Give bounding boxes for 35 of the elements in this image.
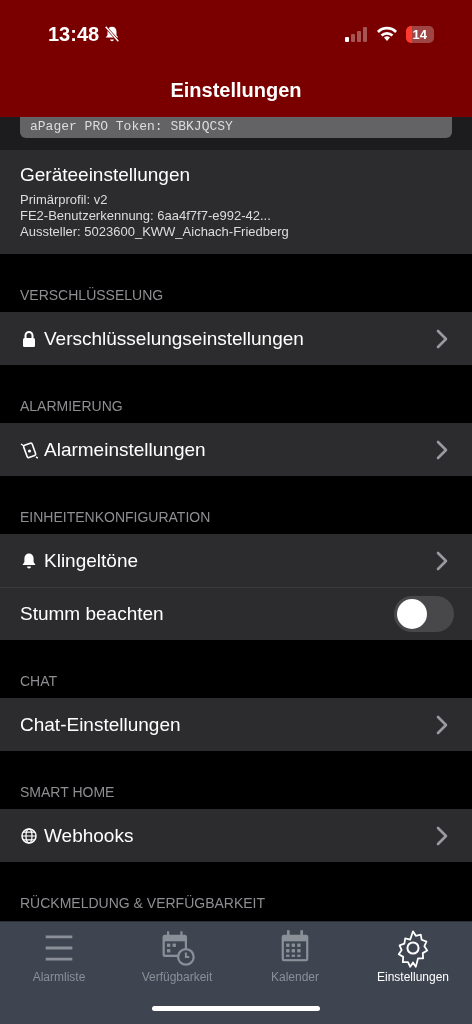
device-title: Geräteeinstellungen (20, 164, 192, 186)
device-info: FE2-Benutzerkennung: 6aa4f7f7-e992-42... (20, 208, 272, 224)
screen-title: Einstellungen (170, 79, 302, 102)
chevron-icon (436, 825, 448, 846)
settings-row[interactable]: Verschlüsselungseinstellungen (0, 312, 472, 365)
device-info: Aussteller: 5023600_KWW_Aichach-Friedberg (20, 224, 290, 240)
bell-muted-icon (103, 25, 122, 43)
chevron-icon (436, 714, 448, 735)
device-card[interactable]: Geräteeinstellungen Primärprofil: v2 FE2-Benutzerkennung: 6aa4f7f7-e992-42... Aussteller: 5023600_KWW_Aichach-Friedberg (0, 150, 472, 254)
section-header: EINHEITENKONFIGURATION (20, 509, 211, 525)
chevron-icon (436, 550, 448, 571)
settings-row[interactable]: Alarmeinstellungen (0, 423, 472, 476)
chevron-icon (436, 328, 448, 349)
section-header: ALARMIERUNG (20, 398, 123, 414)
tab-item[interactable]: Einstellungen (354, 928, 472, 984)
settings-row[interactable]: Klingeltöne (0, 534, 472, 587)
section-header: CHAT (20, 673, 58, 689)
globe-icon (20, 826, 38, 845)
battery-icon: 14 (405, 25, 434, 43)
toggle-switch[interactable] (394, 596, 454, 632)
lock-icon (20, 329, 38, 348)
settings-row-label: Stumm beachten (0, 587, 472, 640)
wifi-icon (375, 26, 398, 42)
status-time: 13:48 (48, 22, 100, 46)
token-field: aPager PRO Token: SBKJQCSY (20, 117, 452, 138)
section-header: SMART HOME (20, 784, 115, 800)
phone-icon (20, 440, 38, 459)
settings-row[interactable]: Chat-Einstellungen (0, 698, 472, 751)
bell-icon (20, 551, 38, 570)
section-header: VERSCHLÜSSELUNG (20, 287, 164, 303)
chevron-icon (436, 439, 448, 460)
section-header: RÜCKMELDUNG & VERFÜGBARKEIT (20, 895, 266, 911)
signal-icon (343, 26, 368, 42)
settings-row[interactable]: Webhooks (0, 809, 472, 862)
device-info: Primärprofil: v2 (20, 192, 109, 208)
